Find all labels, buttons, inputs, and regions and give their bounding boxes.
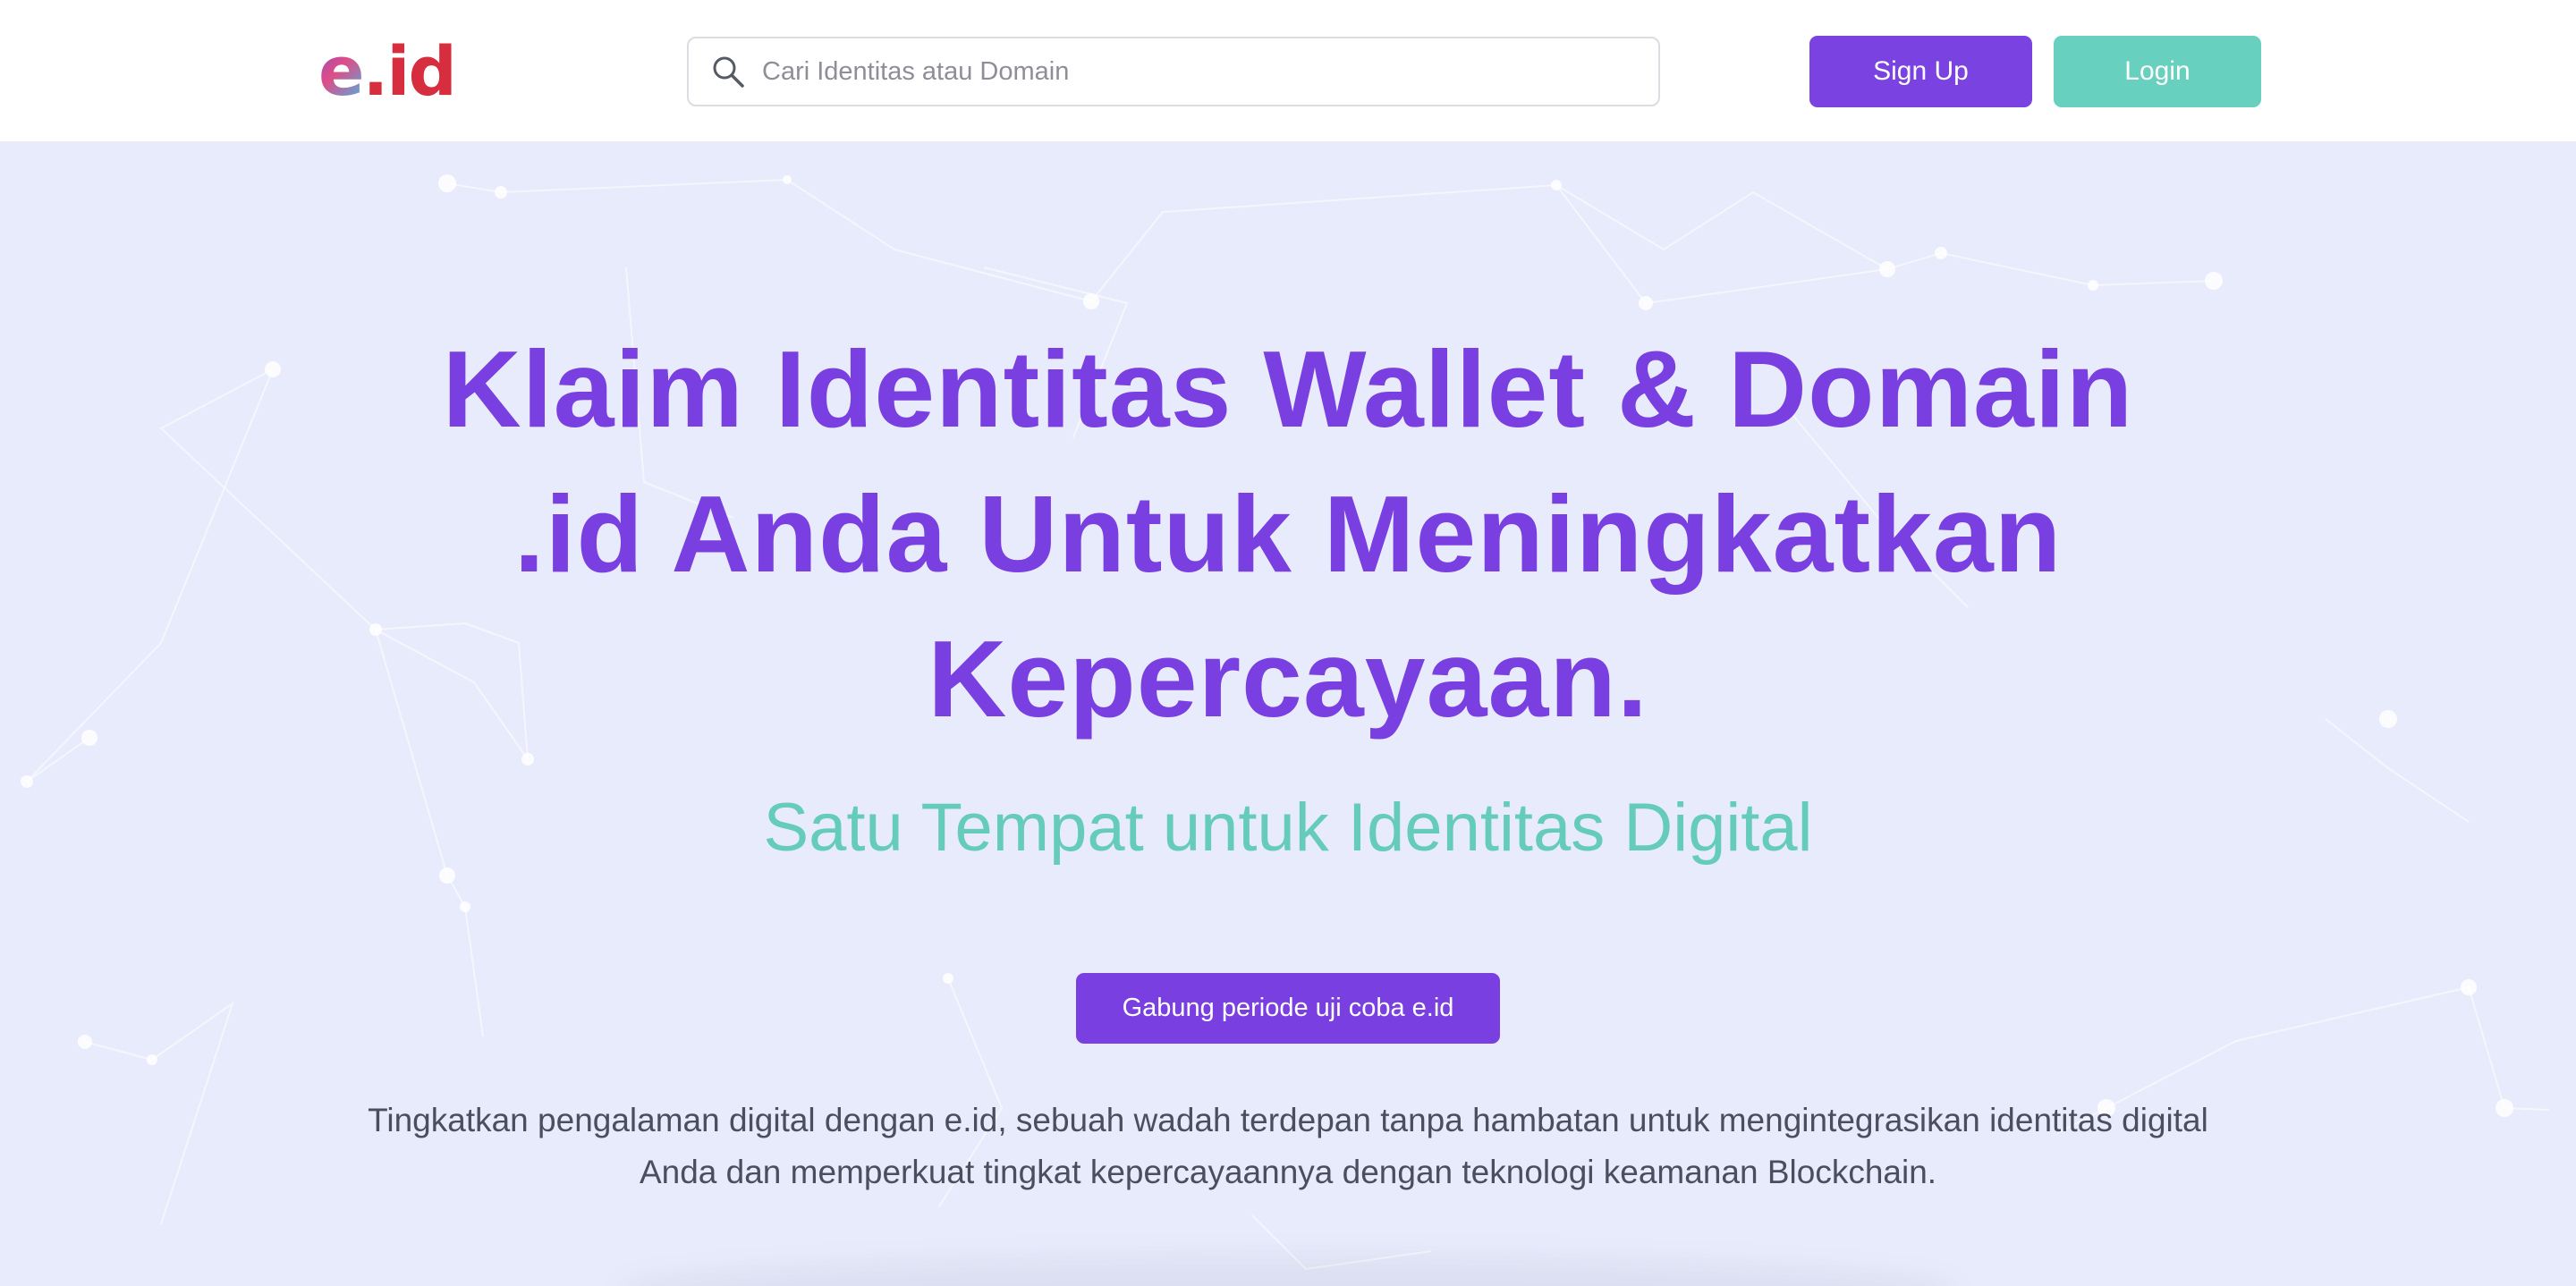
search-input[interactable]: [760, 55, 1623, 88]
hero-subtitle: Satu Tempat untuk Identitas Digital: [763, 790, 1813, 866]
login-button[interactable]: Login: [2054, 36, 2261, 107]
hero-title: Klaim Identitas Wallet & Domain .id Anda…: [394, 317, 2182, 751]
logo-letters-id: .id: [362, 31, 457, 111]
e-id-logo[interactable]: e .id: [318, 31, 457, 111]
hero-title-line: .id Anda Untuk Meningkatkan: [513, 473, 2063, 595]
sign-up-button[interactable]: Sign Up: [1809, 36, 2032, 107]
top-navbar: e .id Sign Up Login: [0, 0, 2576, 142]
hero-description: Tingkatkan pengalaman digital dengan e.i…: [304, 1095, 2272, 1198]
hero-title-line: Klaim Identitas Wallet & Domain: [442, 328, 2134, 450]
join-trial-button[interactable]: Gabung periode uji coba e.id: [1076, 973, 1500, 1044]
description-line: Anda dan memperkuat tingkat kepercayaann…: [639, 1154, 1937, 1190]
search-bar[interactable]: [687, 37, 1660, 106]
logo-letter-e: e: [318, 31, 365, 111]
hero-section: Klaim Identitas Wallet & Domain .id Anda…: [0, 142, 2576, 1286]
hero-title-line: Kepercayaan.: [928, 618, 1648, 740]
description-line: Tingkatkan pengalaman digital dengan e.i…: [368, 1102, 2208, 1138]
search-icon: [713, 56, 744, 88]
